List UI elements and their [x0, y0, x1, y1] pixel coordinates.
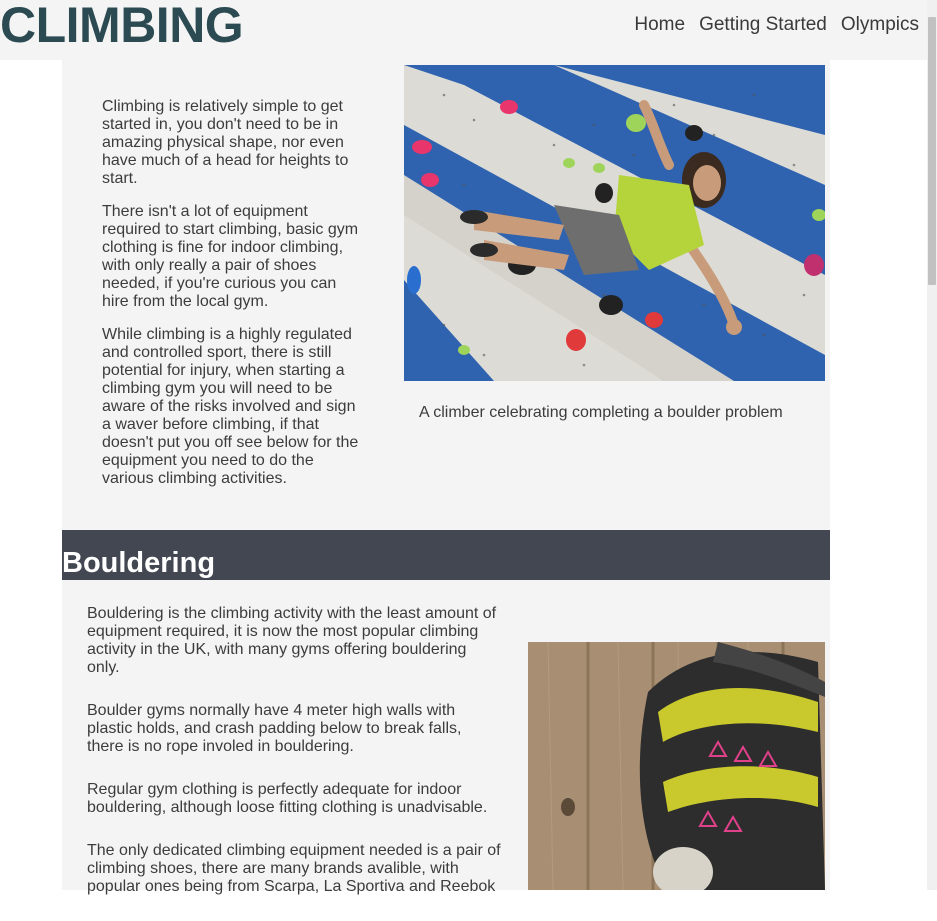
climbing-shoes-photo	[528, 642, 825, 890]
section-title: Bouldering	[62, 547, 216, 579]
bouldering-paragraph: The only dedicated climbing equipment ne…	[87, 842, 501, 895]
bouldering-paragraph: Regular gym clothing is perfectly adequa…	[87, 781, 488, 816]
page-scrollbar[interactable]	[927, 0, 937, 890]
nav-home-link[interactable]: Home	[634, 14, 685, 36]
main-nav: Home Getting Started Olympics	[634, 14, 919, 36]
scrollbar-thumb[interactable]	[928, 17, 936, 285]
climber-photo	[404, 65, 825, 381]
bouldering-section-header: Bouldering	[62, 530, 830, 580]
bouldering-text: Bouldering is the climbing activity with…	[87, 605, 502, 921]
site-logo[interactable]: CLIMBING	[0, 0, 244, 55]
bouldering-paragraph: Boulder gyms normally have 4 meter high …	[87, 702, 462, 755]
nav-getting-started-link[interactable]: Getting Started	[699, 14, 827, 36]
photo-caption: A climber celebrating completing a bould…	[419, 404, 783, 421]
site-header: CLIMBING Home Getting Started Olympics	[0, 0, 927, 60]
intro-paragraph: Climbing is relatively simple to get sta…	[102, 98, 349, 187]
intro-text: Climbing is relatively simple to get sta…	[102, 98, 364, 503]
intro-paragraph: While climbing is a highly regulated and…	[102, 326, 359, 487]
main-content: Climbing is relatively simple to get sta…	[62, 60, 830, 895]
nav-olympics-link[interactable]: Olympics	[841, 14, 919, 36]
bouldering-paragraph: Bouldering is the climbing activity with…	[87, 605, 497, 676]
intro-paragraph: There isn't a lot of equipment required …	[102, 203, 359, 310]
